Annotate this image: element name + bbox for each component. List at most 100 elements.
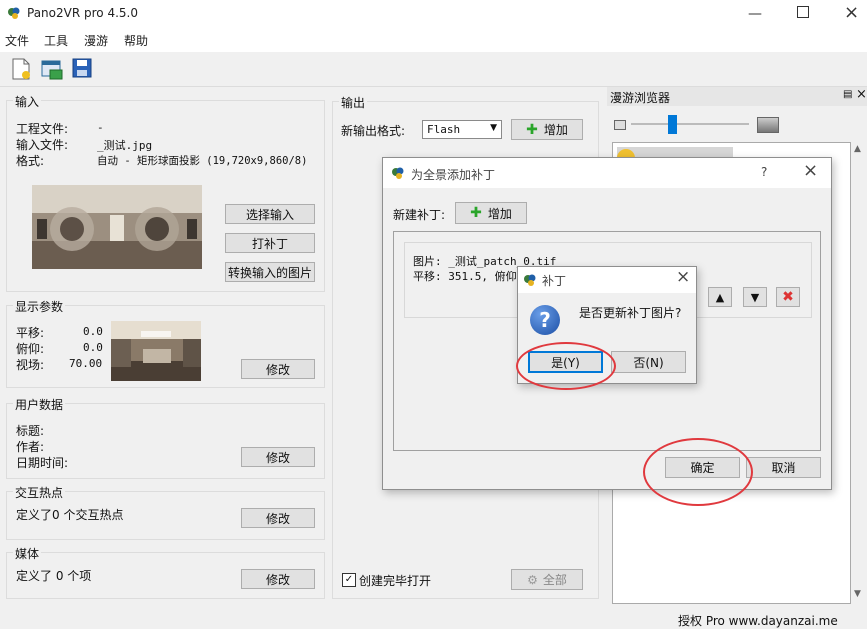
view-thumbnail <box>111 321 201 381</box>
select-input-button[interactable]: 选择输入 <box>225 204 315 224</box>
tilt-value: 0.0 <box>83 341 103 354</box>
patch-dialog-titlebar: 为全景添加补丁 ? × <box>383 158 831 188</box>
project-file-value: - <box>97 121 104 134</box>
scroll-up-icon[interactable]: ▲ <box>854 144 861 154</box>
open-after-label: 创建完毕打开 <box>359 574 432 588</box>
save-project-icon[interactable] <box>72 58 92 78</box>
highlight-yes-oval <box>516 342 616 390</box>
patch-cancel-button[interactable]: 取消 <box>746 457 821 478</box>
hotspots-group-label: 交互热点 <box>13 484 66 501</box>
userdata-group-label: 用户数据 <box>13 396 66 413</box>
zoom-small-icon <box>614 120 626 130</box>
move-down-button[interactable]: ▼ <box>743 287 767 307</box>
maximize-icon[interactable] <box>797 6 809 18</box>
new-project-icon[interactable] <box>11 58 31 80</box>
tilt-label: 俯仰: <box>16 342 45 356</box>
format-label: 格式: <box>16 154 45 168</box>
display-modify-button[interactable]: 修改 <box>241 359 315 379</box>
minimize-icon[interactable]: — <box>748 6 762 22</box>
window-title: Pano2VR pro 4.5.0 <box>27 6 138 20</box>
app-logo-icon <box>7 6 21 20</box>
zoom-large-icon <box>757 117 779 133</box>
hotspots-group: 交互热点 定义了0 个交互热点 修改 <box>6 484 325 540</box>
build-all-button[interactable]: ⚙ 全部 <box>511 569 583 590</box>
media-modify-button[interactable]: 修改 <box>241 569 315 589</box>
tour-browser-scrollbar[interactable]: ▲ ▼ <box>851 142 867 604</box>
display-group: 显示参数 平移: 0.0 俯仰: 0.0 视场: 70.00 修改 <box>6 298 325 388</box>
fov-value: 70.00 <box>69 357 103 370</box>
patch-button[interactable]: 打补丁 <box>225 233 315 253</box>
pan-label: 平移: <box>16 326 45 340</box>
tour-browser-title: 漫游浏览器 <box>610 91 671 105</box>
patch-pan-line: 平移: 351.5, 俯仰 <box>413 270 517 283</box>
patch-dialog-logo-icon <box>391 166 405 180</box>
patch-add-label: 增加 <box>487 206 512 221</box>
format-select[interactable]: Flash ▼ <box>422 120 502 139</box>
confirm-dialog-close-icon[interactable]: × <box>676 267 690 287</box>
input-group: 输入 工程文件: - 输入文件: _测试.jpg 格式: 自动 - 矩形球面投影… <box>6 93 325 292</box>
close-icon[interactable]: × <box>844 2 859 23</box>
media-summary: 定义了 0 个项 <box>16 569 92 583</box>
media-group: 媒体 定义了 0 个项 修改 <box>6 545 325 599</box>
confirm-dialog-title: 补丁 <box>542 274 567 288</box>
patch-add-button[interactable]: ✚ 增加 <box>455 202 527 224</box>
move-up-button[interactable]: ▲ <box>708 287 732 307</box>
add-icon: ✚ <box>526 121 538 138</box>
hotspots-modify-button[interactable]: 修改 <box>241 508 315 528</box>
output-group-label: 输出 <box>339 94 368 111</box>
userdata-modify-button[interactable]: 修改 <box>241 447 315 467</box>
media-group-label: 媒体 <box>13 545 42 562</box>
input-file-value: _测试.jpg <box>97 139 153 152</box>
question-icon: ? <box>530 305 560 335</box>
userdata-group: 用户数据 标题: 作者: 日期时间: 修改 <box>6 396 325 479</box>
zoom-slider-thumb[interactable] <box>668 115 677 134</box>
convert-input-button[interactable]: 转换输入的图片 <box>225 262 315 282</box>
float-icon[interactable]: ▤ <box>843 89 852 100</box>
new-format-label: 新输出格式: <box>341 124 406 138</box>
scroll-down-icon[interactable]: ▼ <box>854 589 861 599</box>
toolbar <box>0 52 867 87</box>
status-text: 授权 Pro www.dayanzai.me <box>678 614 838 628</box>
gear-icon: ⚙ <box>527 572 538 587</box>
confirm-dialog-titlebar: 补丁 × <box>518 267 696 293</box>
format-select-value: Flash <box>427 123 461 136</box>
output-add-label: 增加 <box>543 123 568 137</box>
pan-value: 0.0 <box>83 325 103 338</box>
output-add-button[interactable]: ✚ 增加 <box>511 119 583 140</box>
project-file-label: 工程文件: <box>16 122 69 136</box>
hotspots-summary: 定义了0 个交互热点 <box>16 508 124 522</box>
add-icon: ✚ <box>470 205 482 221</box>
menu-tools[interactable]: 工具 <box>44 32 68 49</box>
display-group-label: 显示参数 <box>13 298 66 315</box>
menu-file[interactable]: 文件 <box>5 32 29 49</box>
open-after-checkbox[interactable]: ✓ <box>342 573 356 587</box>
menu-tour[interactable]: 漫游 <box>84 32 108 49</box>
fov-label: 视场: <box>16 358 45 372</box>
datetime-field-label: 日期时间: <box>16 456 69 470</box>
build-all-label: 全部 <box>542 573 567 587</box>
highlight-ok-oval <box>643 438 753 506</box>
delete-icon: ✖ <box>782 289 794 305</box>
arrow-up-icon: ▲ <box>715 290 725 304</box>
panorama-thumbnail <box>32 185 202 269</box>
title-bar: Pano2VR pro 4.5.0 — × <box>0 0 867 28</box>
confirm-message: 是否更新补丁图片? <box>579 306 682 320</box>
menu-help[interactable]: 帮助 <box>124 32 148 49</box>
input-group-label: 输入 <box>13 93 42 110</box>
chevron-down-icon: ▼ <box>490 123 497 133</box>
patch-dialog-close-icon[interactable]: × <box>803 160 818 181</box>
help-icon[interactable]: ? <box>761 165 767 179</box>
menu-bar: 文件 工具 漫游 帮助 <box>0 28 867 52</box>
zoom-slider-track[interactable] <box>631 123 749 125</box>
title-field-label: 标题: <box>16 424 45 438</box>
zoom-bar <box>607 106 867 140</box>
open-project-icon[interactable] <box>41 58 63 80</box>
confirm-dialog-logo-icon <box>523 273 537 287</box>
format-value: 自动 - 矩形球面投影 (19,720x9,860/8) <box>97 155 308 167</box>
author-field-label: 作者: <box>16 440 45 454</box>
panel-close-icon[interactable]: × <box>856 87 867 102</box>
tour-browser-header: 漫游浏览器 ▤ × <box>607 87 867 106</box>
delete-patch-button[interactable]: ✖ <box>776 287 800 307</box>
no-button[interactable]: 否(N) <box>611 351 686 373</box>
new-patch-label: 新建补丁: <box>393 208 446 222</box>
